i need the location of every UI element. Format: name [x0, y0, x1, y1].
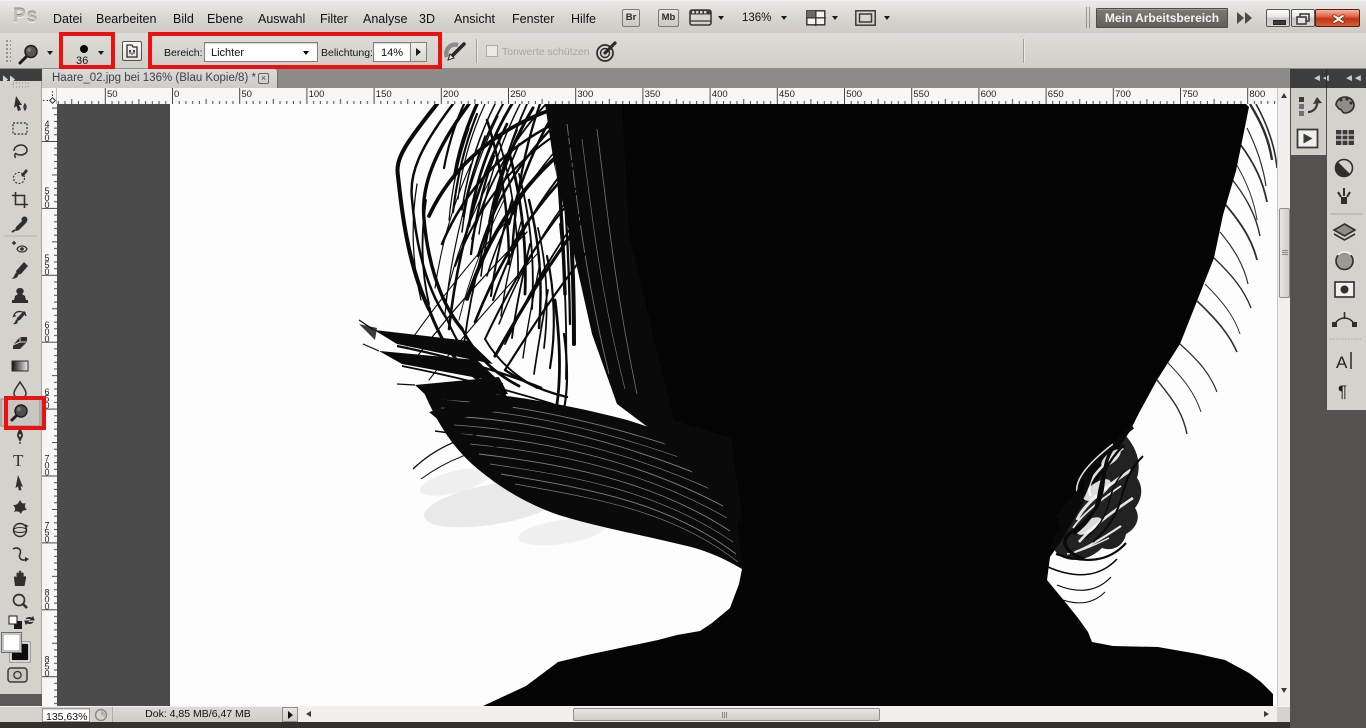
svg-text:350: 350 — [645, 89, 661, 100]
svg-text:0: 0 — [45, 601, 50, 611]
svg-text:0: 0 — [45, 334, 50, 344]
svg-text:0: 0 — [45, 668, 50, 678]
svg-text:600: 600 — [981, 89, 997, 100]
svg-text:0: 0 — [174, 89, 179, 100]
svg-text:0: 0 — [45, 200, 50, 210]
svg-text:0: 0 — [45, 133, 50, 143]
svg-text:150: 150 — [376, 89, 392, 100]
svg-text:50: 50 — [241, 89, 252, 100]
svg-text:250: 250 — [510, 89, 526, 100]
svg-text:400: 400 — [712, 89, 728, 100]
svg-text:A: A — [1336, 353, 1348, 372]
svg-text:200: 200 — [443, 89, 459, 100]
svg-text:0: 0 — [45, 267, 50, 277]
svg-text:500: 500 — [846, 89, 862, 100]
svg-text:650: 650 — [1048, 89, 1064, 100]
svg-text:50: 50 — [107, 89, 118, 100]
svg-text:750: 750 — [1182, 89, 1198, 100]
svg-text:T: T — [13, 451, 24, 470]
svg-text:¶: ¶ — [1338, 382, 1347, 401]
svg-text:450: 450 — [779, 89, 795, 100]
svg-text:550: 550 — [913, 89, 929, 100]
svg-text:800: 800 — [1249, 89, 1265, 100]
svg-text:100: 100 — [309, 89, 325, 100]
svg-text:0: 0 — [45, 535, 50, 545]
svg-text:0: 0 — [45, 468, 50, 478]
svg-text:300: 300 — [577, 89, 593, 100]
svg-text:700: 700 — [1115, 89, 1131, 100]
